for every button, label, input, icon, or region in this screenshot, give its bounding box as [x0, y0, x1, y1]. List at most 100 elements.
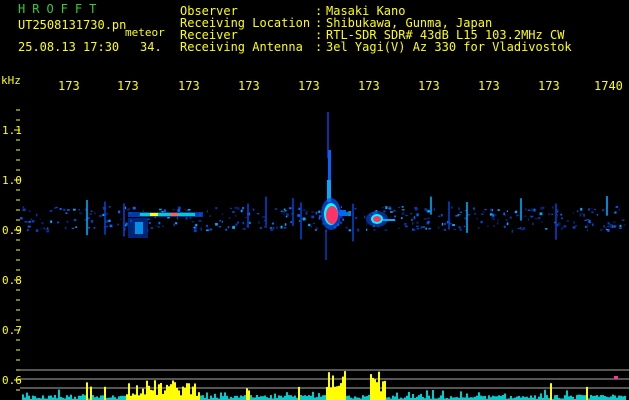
- noise-speck: [593, 208, 596, 211]
- histogram-bar: [324, 395, 326, 400]
- noise-speck: [398, 227, 400, 229]
- hrofft-logo: HROFFT: [18, 2, 104, 16]
- noise-speck: [195, 223, 198, 226]
- noise-speck: [340, 206, 342, 208]
- noise-speck: [206, 229, 209, 232]
- noise-speck: [482, 211, 485, 213]
- noise-speck: [591, 223, 594, 226]
- noise-speck: [66, 221, 69, 223]
- histogram-bar: [576, 395, 578, 400]
- noise-speck: [514, 210, 518, 214]
- histogram-bar: [156, 394, 158, 400]
- noise-speck: [283, 208, 286, 211]
- noise-speck: [576, 210, 579, 213]
- freq-tick-label: 173: [358, 79, 380, 93]
- noise-speck: [437, 226, 440, 229]
- histogram-bar: [348, 395, 350, 400]
- noise-speck: [94, 211, 96, 215]
- meteor-echo-main: [321, 112, 351, 260]
- noise-speck: [24, 221, 28, 223]
- noise-speck: [414, 207, 418, 209]
- noise-speck: [273, 227, 275, 230]
- histogram-bar: [522, 396, 524, 400]
- noise-speck: [355, 216, 358, 220]
- noise-speck: [63, 208, 66, 212]
- noise-speck: [492, 214, 495, 217]
- histogram-bar: [492, 395, 494, 400]
- noise-speck: [621, 219, 625, 221]
- histogram-bar: [310, 395, 312, 400]
- histogram-bar: [502, 395, 504, 400]
- noise-speck: [150, 227, 154, 229]
- histogram-bar: [556, 395, 558, 400]
- noise-speck: [89, 213, 92, 215]
- histogram-bar: [172, 380, 174, 400]
- histogram-bar: [122, 395, 124, 400]
- noise-speck: [27, 225, 31, 228]
- noise-speck: [108, 219, 111, 222]
- noise-speck: [497, 222, 499, 225]
- noise-speck: [366, 222, 368, 226]
- noise-speck: [497, 218, 499, 222]
- noise-speck: [270, 228, 273, 232]
- echo-hot: [373, 216, 381, 222]
- histogram-bar: [534, 395, 536, 400]
- noise-speck: [490, 208, 493, 212]
- histogram-bar: [140, 393, 142, 400]
- histogram-bar: [22, 394, 24, 400]
- y-tick-label: 0.7: [2, 324, 22, 337]
- histogram-bar: [34, 396, 36, 400]
- noise-speck: [178, 206, 181, 209]
- histogram-bar: [496, 396, 498, 400]
- histogram-bar: [190, 394, 192, 400]
- histogram-bar: [240, 395, 242, 400]
- histogram-bar: [394, 396, 396, 400]
- histogram-bar: [244, 395, 246, 400]
- noise-speck: [258, 221, 260, 224]
- histogram-bar: [250, 395, 252, 400]
- noise-speck: [416, 213, 419, 217]
- noise-speck: [591, 207, 593, 210]
- noise-speck: [232, 225, 235, 229]
- noise-speck: [405, 225, 408, 228]
- histogram-bar: [478, 392, 480, 400]
- histogram-bar: [330, 387, 332, 400]
- noise-speck: [191, 221, 195, 223]
- histogram-bar: [380, 391, 382, 400]
- marker-dot: [614, 376, 618, 379]
- histogram-bar: [346, 395, 348, 400]
- noise-speck: [308, 223, 311, 227]
- noise-speck: [427, 217, 430, 220]
- histogram-bar: [334, 386, 336, 400]
- noise-speck: [215, 207, 218, 210]
- histogram-bar: [582, 395, 584, 400]
- histogram-bar: [32, 395, 34, 400]
- histogram-bar: [66, 395, 68, 400]
- noise-speck: [506, 210, 508, 212]
- noise-speck: [587, 229, 589, 232]
- noise-speck: [108, 206, 111, 208]
- noise-speck: [252, 208, 255, 211]
- hrofft-screen: HROFFT UT2508131730.pn meteor 25.08.13 1…: [0, 0, 629, 400]
- histogram-bar: [372, 377, 374, 400]
- histogram-bar: [418, 395, 420, 400]
- histogram-bar: [286, 392, 288, 400]
- histogram-bar: [162, 394, 164, 400]
- noise-speck: [412, 228, 414, 231]
- noise-speck: [79, 212, 83, 215]
- noise-speck: [244, 217, 247, 219]
- noise-speck: [604, 227, 607, 229]
- noise-speck: [538, 216, 541, 220]
- noise-speck: [385, 206, 388, 209]
- noise-speck: [441, 222, 444, 226]
- noise-speck: [35, 229, 39, 232]
- histogram-bar: [242, 396, 244, 400]
- histogram-bar: [42, 395, 44, 400]
- histogram-bar: [338, 385, 340, 400]
- histogram-bar: [150, 389, 152, 400]
- noise-streak: [606, 196, 608, 216]
- noise-speck: [390, 211, 393, 213]
- histogram-bar: [124, 395, 126, 400]
- histogram-bar: [618, 395, 620, 400]
- noise-speck: [242, 207, 245, 210]
